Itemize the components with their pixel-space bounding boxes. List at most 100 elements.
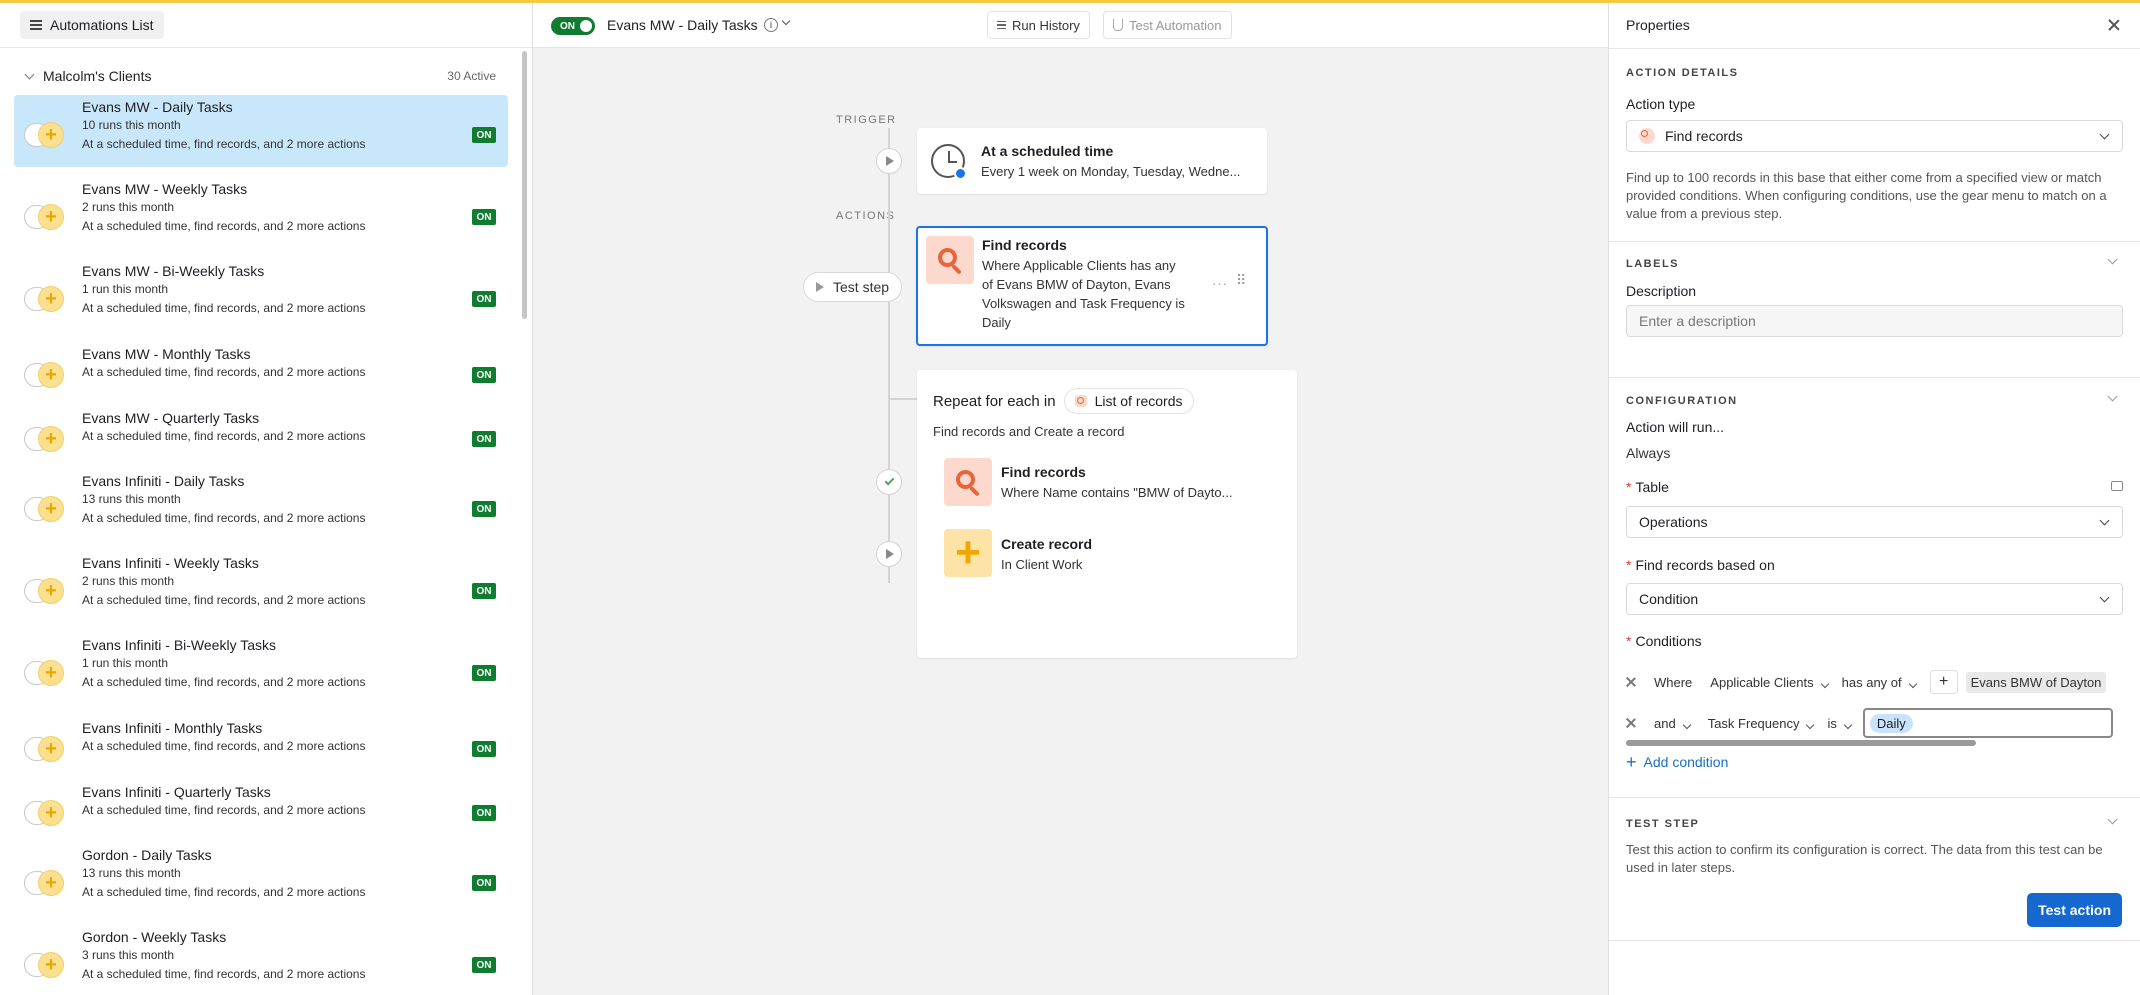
condition-field-select[interactable]: Task Frequency <box>1707 715 1815 731</box>
more-options-icon[interactable]: ··· <box>1212 276 1228 291</box>
add-value-button[interactable]: + <box>1929 670 1958 694</box>
remove-condition-icon[interactable] <box>1626 677 1636 687</box>
automation-list-item[interactable]: + Evans Infiniti - Quarterly Tasks At a sc… <box>14 779 508 839</box>
plus-icon: + <box>38 660 64 686</box>
table-value: Operations <box>1639 514 1708 530</box>
status-badge: ON <box>472 957 496 973</box>
condition-field-select[interactable]: Applicable Clients <box>1710 675 1829 690</box>
divider <box>1609 940 2140 941</box>
info-icon[interactable]: i <box>764 18 778 32</box>
automation-title: Evans Infiniti - Weekly Tasks <box>82 555 259 571</box>
test-step-button[interactable]: Test step <box>803 272 903 302</box>
table-select[interactable]: Operations <box>1626 506 2123 538</box>
find-records-card[interactable]: Find records Where Applicable Clients ha… <box>916 226 1268 346</box>
find-records-summary: Where Applicable Clients has any of Evan… <box>982 256 1222 332</box>
divider <box>1609 241 2140 242</box>
run-history-button[interactable]: Run History <box>987 11 1090 39</box>
conditions-scrollbar[interactable] <box>1626 740 1976 746</box>
automation-description: At a scheduled time, find records, and 2… <box>82 739 366 753</box>
condition-conjunction: and <box>1654 715 1676 731</box>
trigger-card[interactable]: At a scheduled time Every 1 week on Mond… <box>917 128 1267 194</box>
condition-value-pill[interactable]: Daily <box>1869 713 1913 733</box>
chevron-down-icon <box>2099 129 2110 140</box>
automation-list-item[interactable]: + Evans MW - Weekly Tasks 2 runs this mont… <box>14 177 508 249</box>
automation-description: At a scheduled time, find records, and 2… <box>82 885 366 899</box>
drag-handle-icon[interactable]: ⠿ <box>1236 272 1247 289</box>
automation-runs: 10 runs this month <box>82 118 181 132</box>
plus-icon: + <box>38 362 64 388</box>
automations-list-button[interactable]: Automations List <box>20 11 164 39</box>
table-label-text: Table <box>1635 479 1669 495</box>
chevron-down-icon[interactable] <box>2107 814 2118 825</box>
description-input[interactable]: Enter a description <box>1626 305 2123 337</box>
status-badge: ON <box>472 805 496 821</box>
chevron-down-icon[interactable] <box>2107 254 2118 265</box>
group-header[interactable]: Malcolm's Clients 30 Active <box>24 68 496 84</box>
condition-value-token[interactable]: Evans BMW of Dayton <box>1965 671 2107 693</box>
repeat-card[interactable]: Repeat for each in List of records Find … <box>917 370 1297 658</box>
status-badge: ON <box>472 431 496 447</box>
sidebar-scrollbar[interactable] <box>522 51 527 319</box>
run-history-label: Run History <box>1012 17 1080 33</box>
add-condition-label: Add condition <box>1643 754 1729 770</box>
automation-runs: 1 run this month <box>82 282 169 296</box>
automation-title[interactable]: Evans MW - Daily Tasks <box>607 17 758 33</box>
status-badge: ON <box>472 875 496 891</box>
based-on-select[interactable]: Condition <box>1626 583 2123 615</box>
divider <box>1609 797 2140 798</box>
test-automation-button[interactable]: Test Automation <box>1103 11 1232 39</box>
test-action-button[interactable]: Test action <box>2027 893 2122 927</box>
automation-list-item[interactable]: + Evans MW - Quarterly Tasks At a schedule… <box>14 405 508 465</box>
actions-section-label: ACTIONS <box>836 210 896 222</box>
chevron-down-icon <box>2099 592 2110 603</box>
action-will-run-value[interactable]: Always <box>1626 445 1670 461</box>
automation-list-item[interactable]: + Gordon - Weekly Tasks 3 runs this month A… <box>14 925 508 995</box>
automations-sidebar: Automations List Malcolm's Clients 30 Ac… <box>0 3 533 995</box>
automation-list-item[interactable]: + Evans MW - Bi-Weekly Tasks 1 run this mo… <box>14 259 508 331</box>
condition-field: Task Frequency <box>1707 715 1800 731</box>
condition-operator-select[interactable]: has any of <box>1842 675 1917 690</box>
automation-description: At a scheduled time, find records, and 2… <box>82 219 366 233</box>
plus-icon: + <box>38 736 64 762</box>
add-condition-button[interactable]: + Add condition <box>1626 753 1728 771</box>
automation-list-item[interactable]: + Evans MW - Monthly Tasks At a scheduled … <box>14 341 508 401</box>
test-step-help: Test this action to confirm its configur… <box>1626 842 2103 875</box>
status-badge: ON <box>472 367 496 383</box>
table-settings-icon[interactable] <box>2111 481 2123 491</box>
condition-row: Where Applicable Clients has any of + Ev… <box>1626 670 2107 694</box>
action-type-select[interactable]: Find records <box>1626 120 2123 152</box>
automation-icons: + <box>24 426 66 452</box>
list-icon <box>997 20 1006 30</box>
toggle-knob <box>580 20 592 32</box>
automation-list-item[interactable]: + Evans Infiniti - Weekly Tasks 2 runs thi… <box>14 551 508 623</box>
find-records-title: Find records <box>982 237 1067 253</box>
summary-line: of Evans BMW of Dayton, Evans <box>982 277 1171 292</box>
chevron-down-icon <box>1908 679 1917 688</box>
chevron-down-icon[interactable] <box>781 16 791 26</box>
automation-list-item[interactable]: + Evans Infiniti - Bi-Weekly Tasks 1 run t… <box>14 633 508 705</box>
automation-list-item[interactable]: + Evans Infiniti - Daily Tasks 13 runs thi… <box>14 469 508 541</box>
run-trigger-button[interactable] <box>876 148 902 174</box>
remove-condition-icon[interactable] <box>1626 718 1636 728</box>
automation-icons: + <box>24 800 66 826</box>
automation-description: At a scheduled time, find records, and 2… <box>82 675 366 689</box>
play-icon <box>816 282 824 292</box>
automation-icons: + <box>24 736 66 762</box>
automation-list-item[interactable]: + Evans Infiniti - Monthly Tasks At a sche… <box>14 715 508 775</box>
automation-on-toggle[interactable]: ON <box>551 17 595 35</box>
menu-icon <box>30 18 42 32</box>
list-of-records-chip[interactable]: List of records <box>1063 388 1194 414</box>
condition-conjunction-select[interactable]: and <box>1654 715 1691 731</box>
action-help-text: Find up to 100 records in this base that… <box>1626 170 2107 221</box>
based-on-label-text: Find records based on <box>1635 557 1775 573</box>
automation-list-item[interactable]: + Gordon - Daily Tasks 13 runs this month A… <box>14 843 508 915</box>
chevron-down-icon[interactable] <box>24 69 35 79</box>
automation-list-item[interactable]: + Evans MW - Daily Tasks 10 runs this mont… <box>14 95 508 167</box>
automation-runs: 2 runs this month <box>82 200 175 214</box>
chevron-down-icon[interactable] <box>2107 391 2118 402</box>
close-icon[interactable] <box>2108 19 2120 31</box>
summary-line: Where Applicable Clients has any <box>982 258 1176 273</box>
run-step-button[interactable] <box>876 541 902 567</box>
condition-operator-select[interactable]: is <box>1827 716 1853 731</box>
condition-value-input[interactable]: Daily <box>1862 708 2113 738</box>
